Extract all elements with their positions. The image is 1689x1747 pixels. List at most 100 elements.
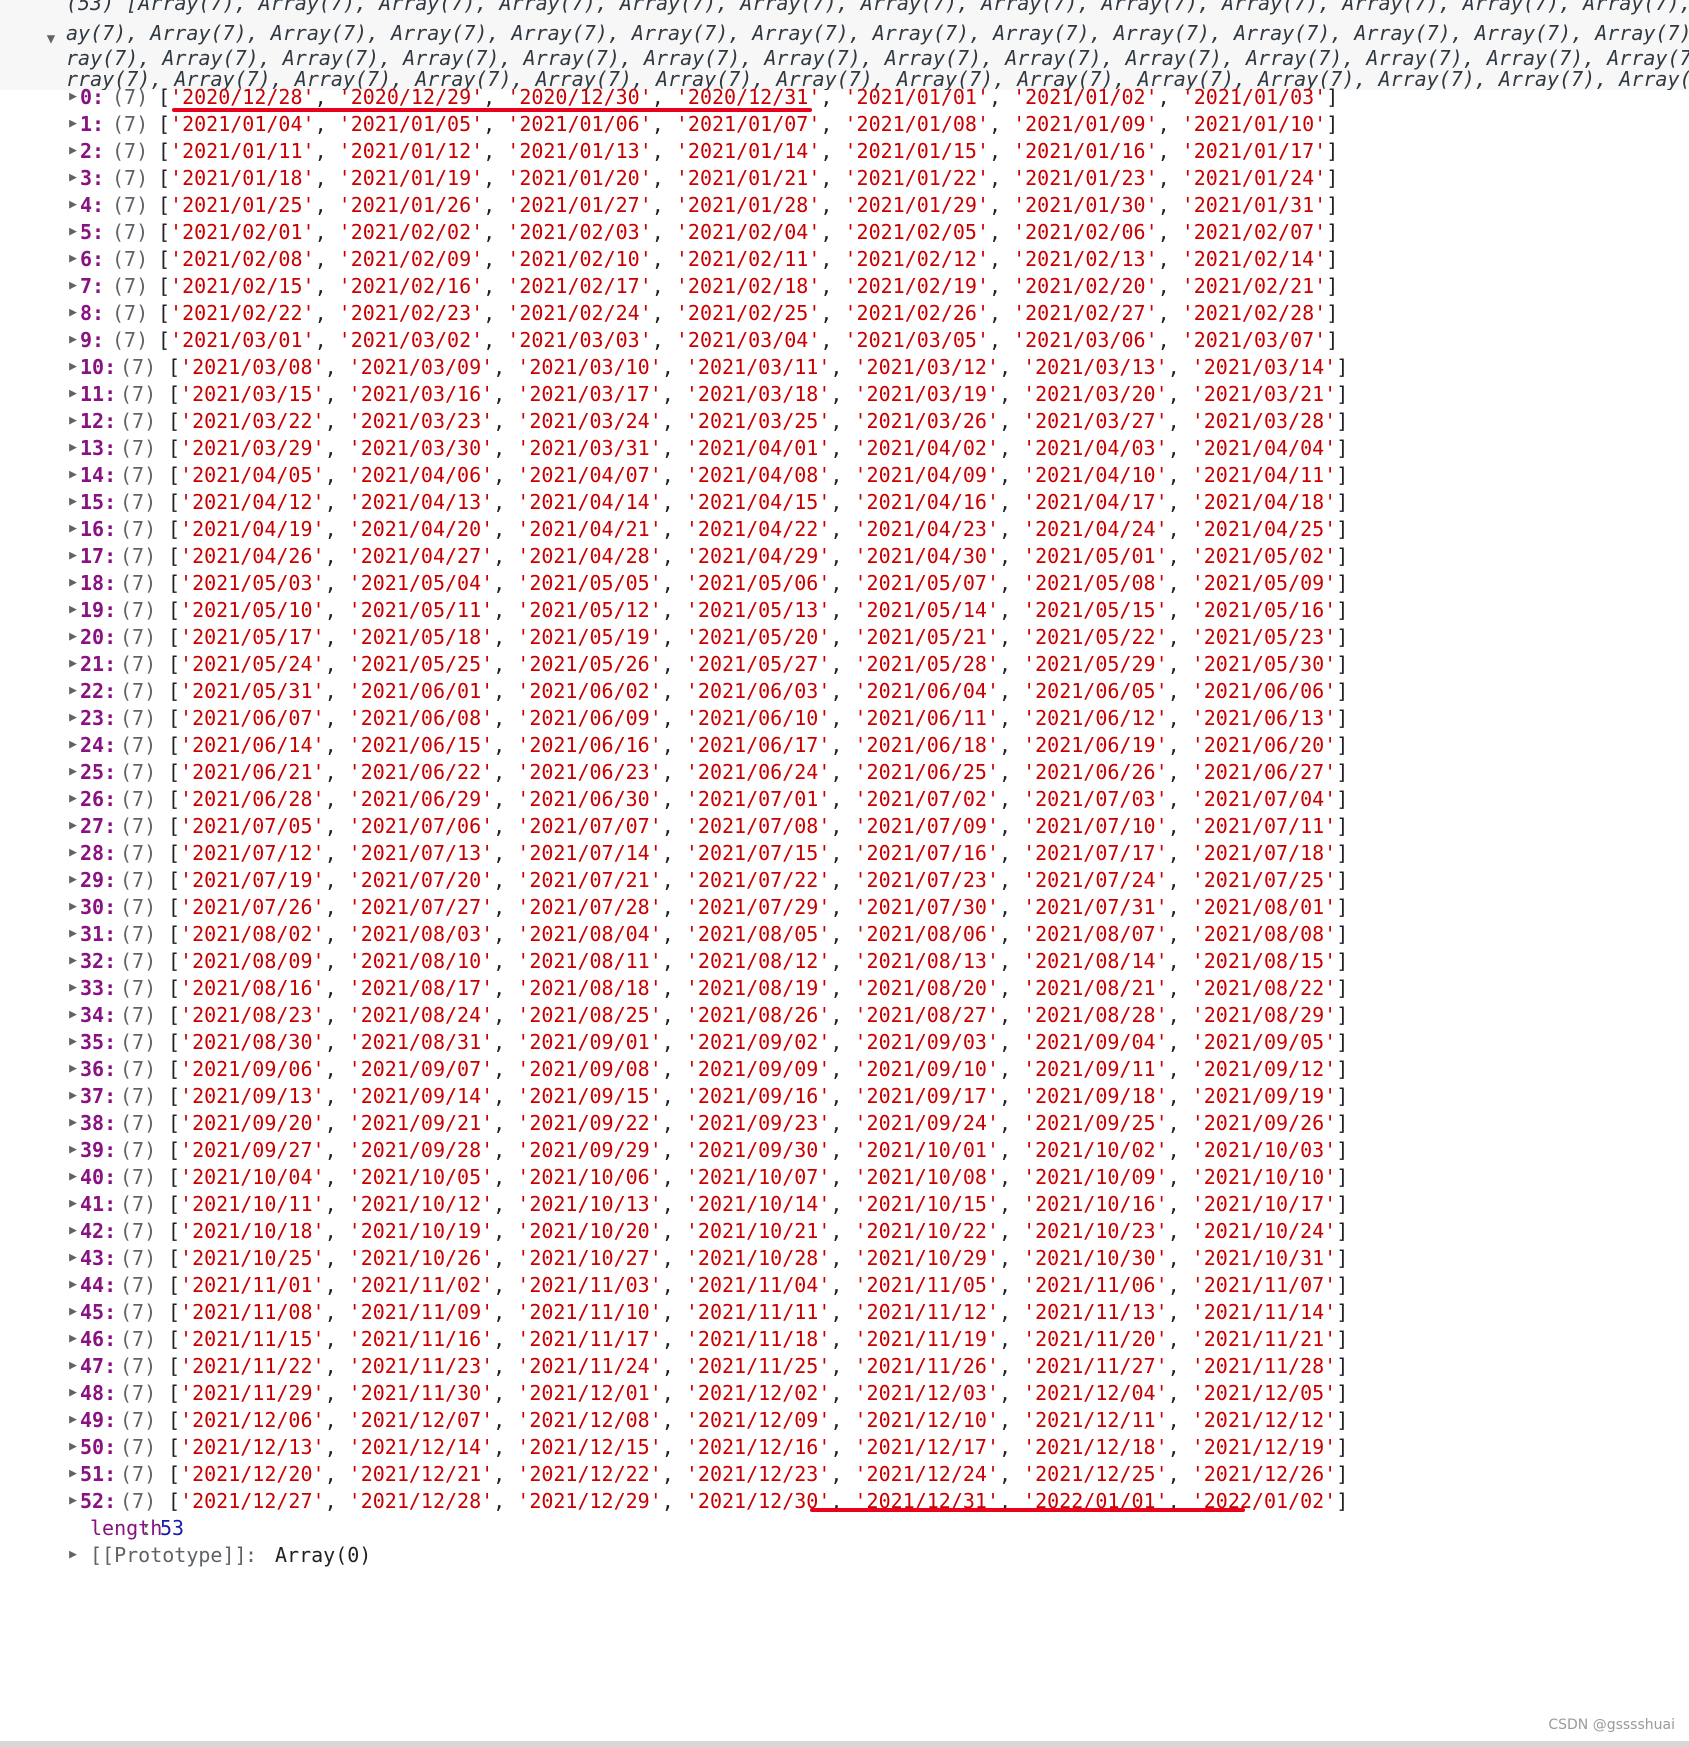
- expand-triangle-icon[interactable]: ▶: [66, 649, 80, 679]
- expand-triangle-icon[interactable]: ▶: [66, 460, 80, 490]
- expand-triangle-icon[interactable]: ▶: [66, 865, 80, 895]
- expand-triangle-icon[interactable]: ▶: [66, 1243, 80, 1273]
- date-string: '2021/02/05': [844, 220, 989, 244]
- expand-triangle-icon[interactable]: ▶: [66, 1054, 80, 1084]
- expand-triangle-icon[interactable]: ▶: [66, 757, 80, 787]
- expand-triangle-icon[interactable]: ▶: [66, 1486, 80, 1516]
- expand-triangle-icon[interactable]: ▶: [66, 298, 80, 328]
- expand-triangle-icon[interactable]: ▶: [66, 1135, 80, 1165]
- expand-triangle-icon[interactable]: ▶: [66, 1405, 80, 1435]
- expand-triangle-icon[interactable]: ▶: [66, 1540, 80, 1570]
- date-string: '2021/12/08': [517, 1408, 662, 1432]
- entry-index: 23: [80, 706, 105, 730]
- entry-array-preview: ['2021/10/11', '2021/10/12', '2021/10/13…: [168, 1192, 1349, 1216]
- expand-triangle-icon[interactable]: ▶: [66, 1081, 80, 1111]
- date-string: '2021/12/25': [1023, 1462, 1168, 1486]
- summary-line-1: (53) [Array(7), Array(7), Array(7), Arra…: [66, 0, 1689, 15]
- date-value: 2021/07/23: [866, 868, 987, 892]
- entry-array-preview: ['2021/08/30', '2021/08/31', '2021/09/01…: [168, 1030, 1349, 1054]
- expand-triangle-icon[interactable]: ▶: [66, 325, 80, 355]
- expand-triangle-icon[interactable]: ▶: [66, 1378, 80, 1408]
- bottom-scrollbar[interactable]: [0, 1741, 1689, 1747]
- date-value: 2021/10/29: [866, 1246, 987, 1270]
- date-string: '2021/11/08': [180, 1300, 325, 1324]
- array-summary[interactable]: (53) [Array(7), Array(7), Array(7), Arra…: [0, 0, 1689, 90]
- expand-triangle-icon[interactable]: ▶: [66, 811, 80, 841]
- expand-triangle-icon[interactable]: ▶: [66, 244, 80, 274]
- expand-triangle-icon[interactable]: ▶: [66, 190, 80, 220]
- expand-triangle-icon[interactable]: ▶: [66, 1432, 80, 1462]
- entry-index: 39: [80, 1138, 105, 1162]
- expand-triangle-icon[interactable]: ▶: [66, 973, 80, 1003]
- date-string: '2021/08/13': [854, 949, 999, 973]
- expand-triangle-icon[interactable]: ▶: [66, 676, 80, 706]
- date-string: '2021/12/04': [1023, 1381, 1168, 1405]
- expand-triangle-icon[interactable]: ▶: [66, 433, 80, 463]
- date-value: 2021/04/10: [1035, 463, 1156, 487]
- date-value: 2021/10/25: [192, 1246, 313, 1270]
- expand-triangle-icon[interactable]: ▶: [66, 730, 80, 760]
- expand-triangle-icon[interactable]: ▶: [66, 1324, 80, 1354]
- date-value: 2021/08/08: [1203, 922, 1325, 946]
- date-value: 2021/12/26: [1203, 1462, 1325, 1486]
- date-string: '2021/08/04': [517, 922, 662, 946]
- date-string: '2021/06/27': [1191, 760, 1337, 784]
- expand-triangle-icon[interactable]: ▶: [66, 163, 80, 193]
- entry-colon: :: [104, 436, 117, 460]
- date-value: 2021/11/05: [866, 1273, 987, 1297]
- date-string: '2021/09/19': [1191, 1084, 1337, 1108]
- date-value: 2021/09/09: [697, 1057, 819, 1081]
- expand-triangle-icon[interactable]: ▶: [66, 919, 80, 949]
- expand-triangle-icon[interactable]: ▶: [66, 568, 80, 598]
- prototype-value: Array(0): [275, 1543, 372, 1567]
- expand-triangle-icon[interactable]: ▶: [66, 1189, 80, 1219]
- expand-triangle-icon[interactable]: ▶: [66, 109, 80, 139]
- date-value: 2021/05/05: [529, 571, 650, 595]
- expand-triangle-icon[interactable]: ▶: [66, 82, 80, 112]
- expand-triangle-icon[interactable]: ▶: [66, 784, 80, 814]
- date-string: '2021/04/28': [517, 544, 662, 568]
- expand-triangle-icon[interactable]: ▶: [66, 1459, 80, 1489]
- expand-triangle-icon[interactable]: ▶: [66, 1270, 80, 1300]
- expand-triangle-icon[interactable]: ▶: [66, 1351, 80, 1381]
- expand-triangle-icon[interactable]: ▶: [66, 487, 80, 517]
- date-value: 2021/05/10: [192, 598, 313, 622]
- date-string: '2021/04/11': [1191, 463, 1337, 487]
- date-string: '2021/01/25': [170, 193, 315, 217]
- expand-triangle-icon[interactable]: ▶: [66, 1000, 80, 1030]
- date-value: 2021/04/04: [1203, 436, 1325, 460]
- expand-triangle-icon[interactable]: ▶: [66, 1027, 80, 1057]
- expand-triangle-icon[interactable]: ▼: [42, 30, 60, 48]
- expand-triangle-icon[interactable]: ▶: [66, 1108, 80, 1138]
- entry-index: 1: [80, 112, 93, 136]
- date-string: '2021/05/30': [1191, 652, 1337, 676]
- expand-triangle-icon[interactable]: ▶: [66, 838, 80, 868]
- expand-triangle-icon[interactable]: ▶: [66, 541, 80, 571]
- expand-triangle-icon[interactable]: ▶: [66, 136, 80, 166]
- date-string: '2021/10/10': [1191, 1165, 1337, 1189]
- expand-triangle-icon[interactable]: ▶: [66, 514, 80, 544]
- expand-triangle-icon[interactable]: ▶: [66, 703, 80, 733]
- date-value: 2021/09/28: [360, 1138, 482, 1162]
- date-string: '2021/06/08': [348, 706, 494, 730]
- date-value: 2021/02/06: [1025, 220, 1146, 244]
- expand-triangle-icon[interactable]: ▶: [66, 946, 80, 976]
- expand-triangle-icon[interactable]: ▶: [66, 406, 80, 436]
- date-value: 2021/03/22: [192, 409, 313, 433]
- expand-triangle-icon[interactable]: ▶: [66, 271, 80, 301]
- expand-triangle-icon[interactable]: ▶: [66, 379, 80, 409]
- date-value: 2021/05/12: [529, 598, 650, 622]
- expand-triangle-icon[interactable]: ▶: [66, 1216, 80, 1246]
- date-value: 2021/11/25: [697, 1354, 819, 1378]
- date-string: '2021/03/23': [348, 409, 494, 433]
- expand-triangle-icon[interactable]: ▶: [66, 1297, 80, 1327]
- expand-triangle-icon[interactable]: ▶: [66, 217, 80, 247]
- entry-length: (7): [120, 517, 157, 541]
- date-string: '2021/02/11': [675, 247, 821, 271]
- expand-triangle-icon[interactable]: ▶: [66, 352, 80, 382]
- date-value: 2021/06/15: [360, 733, 482, 757]
- expand-triangle-icon[interactable]: ▶: [66, 1162, 80, 1192]
- expand-triangle-icon[interactable]: ▶: [66, 622, 80, 652]
- expand-triangle-icon[interactable]: ▶: [66, 892, 80, 922]
- expand-triangle-icon[interactable]: ▶: [66, 595, 80, 625]
